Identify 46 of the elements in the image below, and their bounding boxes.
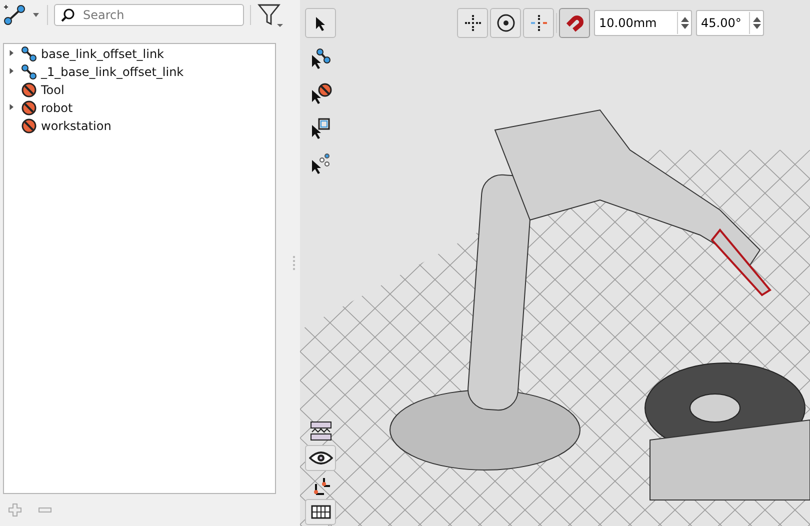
expand-arrow-icon[interactable] bbox=[9, 103, 15, 111]
axis-toggle-button[interactable] bbox=[523, 8, 554, 38]
select-body-icon bbox=[310, 82, 332, 104]
magnet-toggle-button[interactable] bbox=[559, 8, 590, 38]
grid-toggle-button[interactable] bbox=[457, 8, 488, 38]
body-icon bbox=[21, 100, 37, 116]
add-link-icon[interactable] bbox=[3, 4, 41, 26]
filter-icon[interactable] bbox=[257, 2, 285, 28]
graph-select-icon bbox=[310, 152, 332, 174]
tree-item[interactable]: workstation bbox=[4, 117, 275, 135]
step-spinbox[interactable]: 10.00mm bbox=[594, 10, 692, 36]
eye-view-button[interactable] bbox=[305, 445, 336, 471]
splitter-handle-icon[interactable] bbox=[293, 256, 295, 270]
table-view-button[interactable] bbox=[305, 499, 336, 525]
rotate-icon bbox=[496, 13, 516, 33]
search-box[interactable]: Search bbox=[54, 4, 244, 26]
snap-grid-icon bbox=[462, 13, 482, 33]
layers-icon bbox=[310, 420, 332, 442]
frame-select-icon bbox=[310, 117, 332, 139]
tree-item[interactable]: Tool bbox=[4, 81, 275, 99]
search-icon bbox=[61, 8, 75, 22]
grid-icon bbox=[310, 505, 330, 519]
eye-icon bbox=[308, 451, 332, 465]
spin-arrows-icon[interactable] bbox=[680, 16, 688, 30]
select-link-icon bbox=[310, 47, 332, 69]
spin-arrows-icon[interactable] bbox=[752, 16, 760, 30]
angle-spinbox[interactable]: 45.00° bbox=[696, 10, 764, 36]
expand-arrow-icon[interactable] bbox=[9, 49, 15, 57]
tree-item[interactable]: robot bbox=[4, 99, 275, 117]
tree-item-label: base_link_offset_link bbox=[41, 47, 164, 61]
search-field[interactable]: Search bbox=[81, 7, 237, 23]
axis-snap-icon bbox=[528, 13, 548, 33]
link-icon bbox=[21, 64, 37, 80]
body-icon bbox=[21, 118, 37, 134]
tree-item[interactable]: _1_base_link_offset_link bbox=[4, 63, 275, 81]
tree-item-label: _1_base_link_offset_link bbox=[41, 65, 184, 79]
body-icon bbox=[21, 82, 37, 98]
rotate-toggle-button[interactable] bbox=[490, 8, 521, 38]
expand-arrow-icon[interactable] bbox=[9, 67, 15, 75]
3d-viewport[interactable]: 10.00mm 45.00° bbox=[300, 0, 810, 526]
tree-item-label: robot bbox=[41, 101, 73, 115]
tree-item-label: Tool bbox=[41, 83, 64, 97]
link-icon bbox=[21, 46, 37, 62]
tree-item-label: workstation bbox=[41, 119, 112, 133]
pointer-tool-button[interactable] bbox=[305, 8, 336, 38]
tree-item[interactable]: base_link_offset_link bbox=[4, 45, 275, 63]
